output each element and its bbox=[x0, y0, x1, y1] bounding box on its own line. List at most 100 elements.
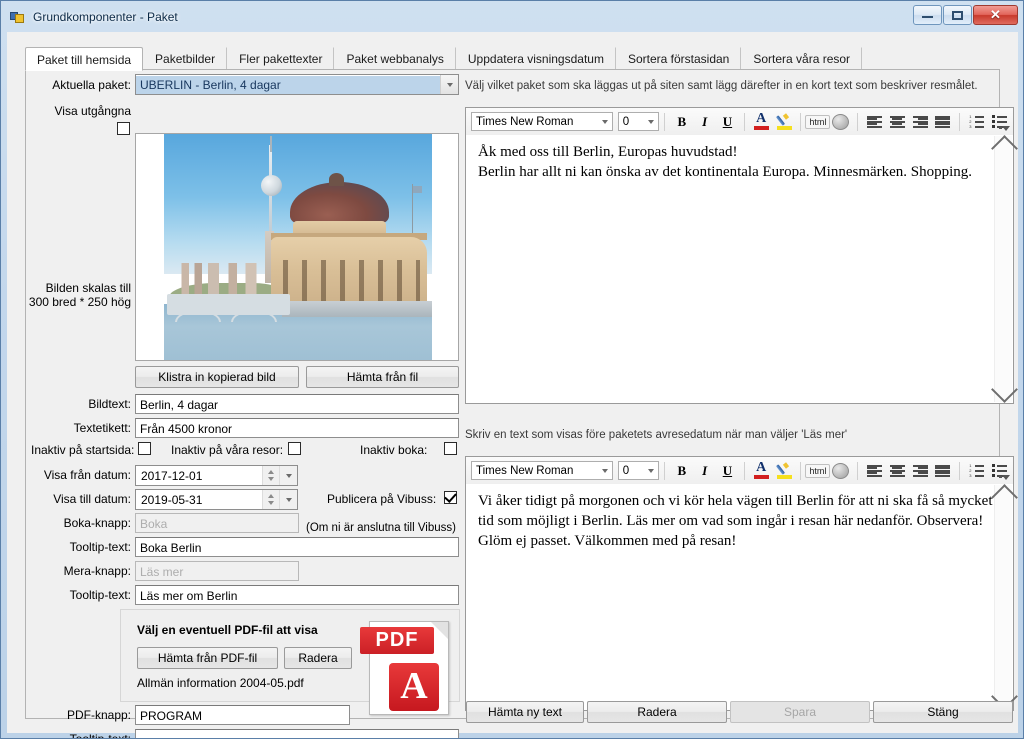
italic-button[interactable]: I bbox=[693, 111, 716, 133]
tab-sortera-vara-resor[interactable]: Sortera våra resor bbox=[741, 47, 863, 70]
align-center-button[interactable] bbox=[886, 111, 909, 133]
editor-scrollbar-top[interactable] bbox=[991, 135, 1018, 403]
editor-toolbar-bottom: Times New Roman 0 B I U A html 1 2 3 bbox=[466, 457, 1013, 485]
chevron-down-icon[interactable] bbox=[644, 119, 658, 124]
description-editor-bottom[interactable]: Times New Roman 0 B I U A html 1 2 3 Vi … bbox=[465, 456, 1018, 711]
font-size-combobox[interactable]: 0 bbox=[617, 112, 660, 131]
scroll-down-icon[interactable] bbox=[991, 376, 1018, 403]
highlight-button[interactable] bbox=[773, 460, 796, 482]
minimize-button[interactable] bbox=[913, 5, 942, 25]
html-button[interactable]: html bbox=[805, 111, 831, 133]
underline-button[interactable]: U bbox=[716, 111, 739, 133]
close-button[interactable]: ✕ bbox=[973, 5, 1018, 25]
more-button-input[interactable]: Läs mer bbox=[135, 561, 299, 581]
tab-fler-pakettexter[interactable]: Fler pakettexter bbox=[227, 47, 335, 70]
editor-scrollbar-bottom[interactable] bbox=[991, 484, 1018, 710]
calendar-dropdown-icon[interactable] bbox=[279, 466, 297, 485]
html-button[interactable]: html bbox=[805, 460, 831, 482]
align-left-button[interactable] bbox=[863, 460, 886, 482]
align-center-button[interactable] bbox=[886, 460, 909, 482]
show-to-date-picker[interactable]: 2019-05-31 bbox=[135, 489, 298, 510]
toolbar-separator bbox=[857, 112, 859, 131]
save-button[interactable]: Spara bbox=[730, 701, 870, 723]
more-button-label: Mera-knapp: bbox=[63, 564, 131, 578]
show-expired-checkbox[interactable] bbox=[117, 122, 130, 135]
image-scale-label-line2: 300 bred * 250 hög bbox=[28, 295, 131, 309]
ordered-list-button[interactable]: 1 2 3 bbox=[965, 111, 988, 133]
vibuss-note: (Om ni är anslutna till Vibuss) bbox=[306, 522, 456, 534]
tab-sortera-forstasidan[interactable]: Sortera förstasidan bbox=[616, 47, 742, 70]
italic-button[interactable]: I bbox=[693, 460, 716, 482]
inactive-trips-checkbox[interactable] bbox=[288, 442, 301, 455]
tab-paket-till-hemsida[interactable]: Paket till hemsida bbox=[25, 47, 144, 71]
align-right-icon bbox=[912, 115, 928, 128]
scroll-up-icon[interactable] bbox=[991, 135, 1018, 162]
chevron-down-icon[interactable] bbox=[598, 119, 612, 124]
book-button-input[interactable]: Boka bbox=[135, 513, 299, 533]
align-right-button[interactable] bbox=[909, 111, 932, 133]
pdf-load-button[interactable]: Hämta från PDF-fil bbox=[137, 647, 278, 669]
pdf-file-icon: A PDF bbox=[360, 619, 457, 715]
align-justify-button[interactable] bbox=[932, 460, 955, 482]
minimize-icon bbox=[922, 13, 933, 18]
show-from-date-picker[interactable]: 2017-12-01 bbox=[135, 465, 298, 486]
hint-top: Välj vilket paket som ska läggas ut på s… bbox=[465, 80, 978, 92]
maximize-button[interactable] bbox=[943, 5, 972, 25]
align-justify-button[interactable] bbox=[932, 111, 955, 133]
fetch-new-text-button[interactable]: Hämta ny text bbox=[466, 701, 584, 723]
publish-vibuss-checkbox[interactable] bbox=[444, 490, 457, 504]
current-package-combobox[interactable]: UBERLIN - Berlin, 4 dagar bbox=[135, 74, 459, 95]
spinner-icon[interactable] bbox=[262, 490, 279, 509]
inactive-book-checkbox[interactable] bbox=[444, 442, 457, 455]
book-tooltip-input[interactable]: Boka Berlin bbox=[135, 537, 459, 557]
pdf-delete-button[interactable]: Radera bbox=[284, 647, 352, 669]
toolbar-overflow-button[interactable] bbox=[999, 471, 1010, 482]
font-color-button[interactable]: A bbox=[750, 460, 773, 482]
stamp-button[interactable] bbox=[829, 111, 852, 133]
chevron-down-icon[interactable] bbox=[644, 468, 658, 473]
text-label-input[interactable]: Från 4500 kronor bbox=[135, 418, 459, 438]
tab-uppdatera-visningsdatum[interactable]: Uppdatera visningsdatum bbox=[456, 47, 616, 70]
scroll-up-icon[interactable] bbox=[991, 484, 1018, 511]
chevron-down-icon[interactable] bbox=[440, 75, 458, 94]
font-size-combobox[interactable]: 0 bbox=[617, 461, 660, 480]
highlight-button[interactable] bbox=[773, 111, 796, 133]
image-text-input[interactable]: Berlin, 4 dagar bbox=[135, 394, 459, 414]
align-left-button[interactable] bbox=[863, 111, 886, 133]
stamp-button[interactable] bbox=[829, 460, 852, 482]
more-tooltip-input[interactable]: Läs mer om Berlin bbox=[135, 585, 459, 605]
pdf-tooltip-input[interactable] bbox=[135, 729, 459, 738]
toolbar-overflow-button[interactable] bbox=[999, 122, 1010, 133]
inactive-start-checkbox[interactable] bbox=[138, 442, 151, 455]
close-form-button[interactable]: Stäng bbox=[873, 701, 1013, 723]
font-color-button[interactable]: A bbox=[750, 111, 773, 133]
description-editor-top[interactable]: Times New Roman 0 B I U A html 1 2 3 Åk … bbox=[465, 107, 1018, 404]
pdf-button-input[interactable]: PROGRAM bbox=[135, 705, 350, 725]
paste-image-button[interactable]: Klistra in kopierad bild bbox=[135, 366, 299, 388]
current-package-label: Aktuella paket: bbox=[52, 78, 131, 92]
load-image-file-button[interactable]: Hämta från fil bbox=[306, 366, 459, 388]
align-left-icon bbox=[867, 115, 883, 128]
underline-button[interactable]: U bbox=[716, 460, 739, 482]
chevron-down-icon[interactable] bbox=[598, 468, 612, 473]
inactive-trips-label: Inaktiv på våra resor: bbox=[171, 443, 284, 457]
spinner-icon[interactable] bbox=[262, 466, 279, 485]
pdf-icon-letter: A bbox=[400, 664, 428, 707]
delete-button[interactable]: Radera bbox=[587, 701, 727, 723]
tab-paketbilder[interactable]: Paketbilder bbox=[143, 47, 228, 70]
align-right-button[interactable] bbox=[909, 460, 932, 482]
calendar-dropdown-icon[interactable] bbox=[279, 490, 297, 509]
package-image-preview[interactable] bbox=[135, 133, 459, 361]
show-to-date-label: Visa till datum: bbox=[53, 492, 131, 506]
description-text-bottom[interactable]: Vi åker tidigt på morgonen och vi kör he… bbox=[466, 484, 1013, 710]
align-justify-icon bbox=[935, 115, 951, 128]
tab-strip: Paket till hemsida Paketbilder Fler pake… bbox=[25, 46, 1000, 71]
description-text-top[interactable]: Åk med oss till Berlin, Europas huvudsta… bbox=[466, 135, 1013, 403]
ordered-list-button[interactable]: 1 2 3 bbox=[965, 460, 988, 482]
bold-button[interactable]: B bbox=[670, 460, 693, 482]
tab-paket-webbanalys[interactable]: Paket webbanalys bbox=[334, 47, 456, 70]
font-name-combobox[interactable]: Times New Roman bbox=[471, 461, 613, 480]
font-name-combobox[interactable]: Times New Roman bbox=[471, 112, 613, 131]
bold-button[interactable]: B bbox=[670, 111, 693, 133]
current-package-value: UBERLIN - Berlin, 4 dagar bbox=[136, 75, 440, 94]
